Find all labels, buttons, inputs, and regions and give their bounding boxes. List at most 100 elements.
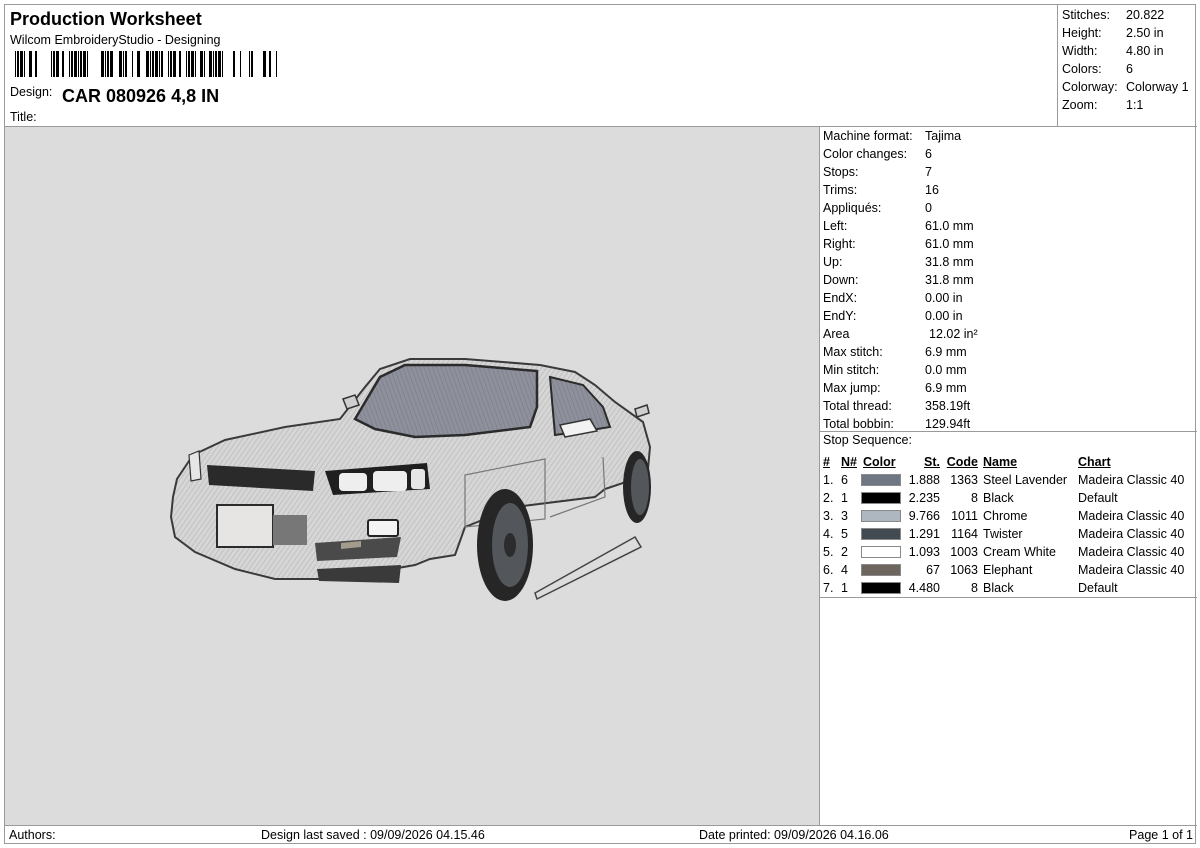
detail-label: Max stitch: xyxy=(823,345,883,359)
thread-code: 8 xyxy=(971,491,978,505)
detail-value: 0.00 in xyxy=(925,291,963,305)
detail-row: Min stitch: 0.0 mm xyxy=(820,361,1197,379)
barcode-bar xyxy=(132,51,133,77)
detail-value: 6 xyxy=(925,147,932,161)
barcode-bar xyxy=(146,51,149,77)
barcode-bar xyxy=(137,51,140,77)
barcode-bar xyxy=(119,51,122,77)
barcode-bar xyxy=(56,51,59,77)
thread-chart: Default xyxy=(1078,491,1118,505)
barcode-bar xyxy=(24,51,25,77)
needle-number: 6 xyxy=(841,473,848,487)
barcode-bar xyxy=(161,51,163,77)
detail-label: Total thread: xyxy=(823,399,892,413)
needle-number: 3 xyxy=(841,509,848,523)
thread-code: 1363 xyxy=(950,473,978,487)
thread-name: Elephant xyxy=(983,563,1033,577)
detail-label: Max jump: xyxy=(823,381,881,395)
thread-chart: Madeira Classic 40 xyxy=(1078,563,1185,577)
barcode-bar xyxy=(170,51,172,77)
row-number: 1. xyxy=(823,473,834,487)
barcode-bar xyxy=(69,51,70,77)
authors-label: Authors: xyxy=(9,828,56,842)
production-worksheet: Production Worksheet Wilcom EmbroiderySt… xyxy=(4,4,1197,845)
detail-label: Left: xyxy=(823,219,848,233)
detail-label: Min stitch: xyxy=(823,363,880,377)
barcode-bar xyxy=(168,51,169,77)
row-number: 6. xyxy=(823,563,834,577)
detail-label: EndX: xyxy=(823,291,858,305)
detail-row: Color changes: 6 xyxy=(820,145,1197,163)
worksheet-header: Production Worksheet Wilcom EmbroiderySt… xyxy=(5,5,1197,127)
thread-name: Twister xyxy=(983,527,1023,541)
barcode-bar xyxy=(80,51,82,77)
barcode-bar xyxy=(179,51,181,77)
barcode-bar xyxy=(125,51,127,77)
detail-label: Color changes: xyxy=(823,147,908,161)
section-divider xyxy=(820,597,1197,598)
row-number: 7. xyxy=(823,581,834,595)
barcode-bar xyxy=(53,51,55,77)
barcode-bar xyxy=(200,51,203,77)
color-swatch xyxy=(861,474,901,486)
barcode-bar xyxy=(107,51,109,77)
summary-value: 20.822 xyxy=(1126,8,1165,22)
header-num: # xyxy=(823,455,830,469)
detail-label: Down: xyxy=(823,273,859,287)
barcode-bar xyxy=(123,51,124,77)
barcode-bar xyxy=(110,51,113,77)
detail-label: Stops: xyxy=(823,165,859,179)
design-name: CAR 080926 4,8 IN xyxy=(62,86,220,106)
row-number: 3. xyxy=(823,509,834,523)
thread-chart: Madeira Classic 40 xyxy=(1078,527,1185,541)
detail-value: 0.0 mm xyxy=(925,363,967,377)
barcode-bar xyxy=(186,51,187,77)
detail-row: Max stitch: 6.9 mm xyxy=(820,343,1197,361)
color-swatch xyxy=(861,564,901,576)
stitch-count: 67 xyxy=(926,563,940,577)
summary-value: 2.50 in xyxy=(1126,26,1164,40)
detail-value: 6.9 mm xyxy=(925,381,967,395)
detail-value: 16 xyxy=(925,183,939,197)
table-row: 3. 3 9.766 1011 Chrome Madeira Classic 40 xyxy=(820,507,1197,525)
detail-label: Right: xyxy=(823,237,856,251)
stop-sequence-table: # N# Color St. Code Name Chart 1. 6 1.888 1… xyxy=(820,453,1197,597)
barcode-bar xyxy=(155,51,158,77)
row-number: 2. xyxy=(823,491,834,505)
detail-row: Appliqués: 0 xyxy=(820,199,1197,217)
barcode-bar xyxy=(17,51,19,77)
detail-row: Machine format: Tajima xyxy=(820,127,1197,145)
barcode-bar xyxy=(71,51,73,77)
summary-row: Height: 2.50 in xyxy=(1058,24,1197,42)
barcode-bar xyxy=(204,51,205,77)
detail-value: Tajima xyxy=(925,129,962,143)
worksheet-footer: Authors: Design last saved : 09/09/2026 … xyxy=(5,825,1197,845)
thread-code: 1164 xyxy=(951,527,978,541)
table-row: 4. 5 1.291 1164 Twister Madeira Classic 40 xyxy=(820,525,1197,543)
barcode-bar xyxy=(263,51,266,77)
software-name: Wilcom EmbroideryStudio - Designing xyxy=(10,33,221,47)
thread-code: 1003 xyxy=(950,545,978,559)
stitch-count: 1.291 xyxy=(908,527,940,541)
car-embroidery-image xyxy=(169,358,652,601)
summary-value: Colorway 1 xyxy=(1126,80,1189,94)
color-swatch xyxy=(861,510,901,522)
stop-rows: 1. 6 1.888 1363 Steel Lavender Madeira Classi… xyxy=(820,471,1197,597)
summary-value: 4.80 in xyxy=(1126,44,1164,58)
detail-label: Up: xyxy=(823,255,843,269)
barcode-bar xyxy=(218,51,221,77)
detail-row: Area 12.02 in² xyxy=(820,325,1197,343)
thread-name: Cream White xyxy=(983,545,1056,559)
barcode-bar xyxy=(251,51,253,77)
color-swatch xyxy=(861,546,901,558)
detail-row: Total thread: 358.19ft xyxy=(820,397,1197,415)
detail-row: Down: 31.8 mm xyxy=(820,271,1197,289)
summary-label: Zoom: xyxy=(1062,98,1098,112)
detail-row: Up: 31.8 mm xyxy=(820,253,1197,271)
detail-label: Appliqués: xyxy=(823,201,882,215)
thread-name: Black xyxy=(983,491,1014,505)
detail-row: Max jump: 6.9 mm xyxy=(820,379,1197,397)
header-code: Code xyxy=(946,455,978,469)
barcode-bar xyxy=(62,51,64,77)
details-list: Machine format: Tajima Color changes: 6 Stop… xyxy=(820,127,1197,433)
